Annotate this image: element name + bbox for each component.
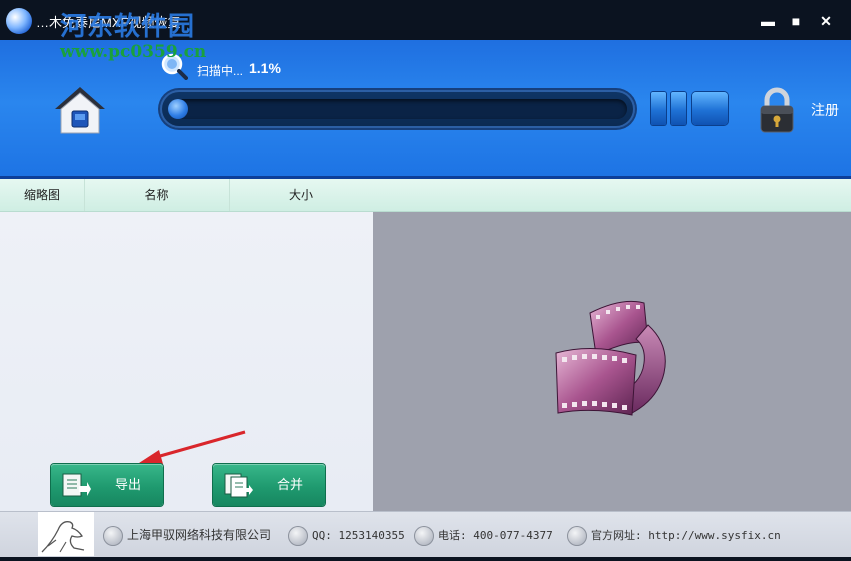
column-size[interactable]: 大小 — [229, 179, 374, 211]
app-window: …木免泰尼MXF视频恢复 河东软件园 ▬ ■ ✕ 扫描中... 1.1% 注册 … — [0, 0, 851, 557]
globe-icon — [567, 525, 587, 546]
pause-button[interactable] — [651, 92, 688, 125]
merge-label: 合并 — [276, 477, 303, 492]
app-icon — [6, 8, 32, 34]
scan-status-text: 扫描中... — [197, 64, 244, 78]
footer-qq: QQ: 1253140355 — [288, 524, 405, 546]
building-icon — [103, 525, 123, 546]
export-button[interactable]: 导出 — [51, 464, 163, 506]
progress-fill — [168, 99, 188, 119]
file-list-header: 缩略图 名称 大小 — [0, 179, 374, 212]
progress-track-inner — [168, 99, 627, 119]
stop-button[interactable] — [692, 92, 728, 125]
footer-bar: 上海甲驭网络科技有限公司 QQ: 1253140355 电话: 400-077-… — [0, 511, 851, 557]
scan-percent: 1.1% — [249, 60, 281, 76]
website-link[interactable]: 官方网址: http://www.sysfix.cn — [591, 529, 781, 542]
minimize-button[interactable]: ▬ — [757, 10, 779, 32]
film-reel-icon — [555, 300, 666, 416]
merge-button[interactable]: 合并 — [213, 464, 325, 506]
qq-icon — [288, 525, 308, 546]
watermark-url: www.pc0359.cn — [60, 42, 207, 62]
register-link[interactable]: 注册 — [811, 100, 839, 120]
maximize-button[interactable]: ■ — [785, 10, 807, 32]
pause-icon — [651, 92, 666, 125]
preview-header — [373, 179, 851, 212]
phone-icon — [414, 525, 434, 546]
export-icon — [62, 473, 91, 497]
title-bar: …木免泰尼MXF视频恢复 河东软件园 ▬ ■ ✕ — [0, 0, 851, 42]
merge-icon — [224, 473, 253, 498]
scan-progress-bar — [160, 90, 635, 128]
export-label: 导出 — [114, 477, 141, 492]
register-lock-button[interactable] — [757, 86, 797, 134]
footer-website[interactable]: 官方网址: http://www.sysfix.cn — [567, 524, 781, 546]
company-logo — [38, 512, 94, 556]
pause-icon-bar — [671, 92, 686, 125]
qq-number: QQ: 1253140355 — [312, 529, 405, 542]
footer-phone: 电话: 400-077-4377 — [414, 524, 553, 546]
home-icon — [55, 87, 105, 134]
annotation-arrow — [139, 430, 246, 464]
phone-number: 电话: 400-077-4377 — [438, 529, 553, 542]
home-button[interactable] — [53, 85, 107, 135]
column-thumbnail[interactable]: 缩略图 — [0, 179, 85, 211]
lock-icon — [760, 87, 794, 133]
close-button[interactable]: ✕ — [815, 10, 837, 32]
watermark-text: 河东软件园 — [60, 12, 196, 42]
footer-company: 上海甲驭网络科技有限公司 — [103, 524, 271, 546]
column-name[interactable]: 名称 — [84, 179, 230, 211]
company-name: 上海甲驭网络科技有限公司 — [127, 528, 272, 542]
